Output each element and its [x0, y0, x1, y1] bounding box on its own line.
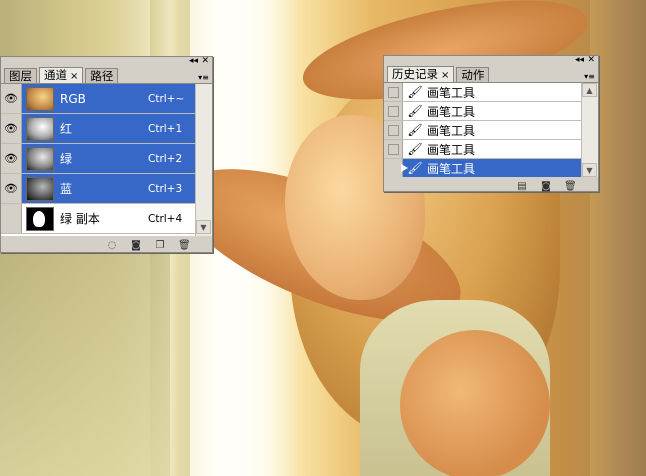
scroll-down-icon[interactable]: ▼ [582, 163, 597, 177]
channel-thumbnail [26, 86, 54, 111]
panel-titlebar[interactable]: ◂◂ ✕ [384, 56, 598, 65]
brush-icon: 🖌 [407, 104, 423, 118]
channel-name: 红 [60, 122, 73, 136]
channel-row-green[interactable]: 👁 绿 Ctrl+2 [1, 144, 198, 174]
save-selection-icon[interactable]: ◙ [130, 240, 142, 251]
history-state-label: 画笔工具 [427, 104, 476, 119]
new-document-from-state-icon[interactable]: ▤ [516, 181, 528, 192]
tab-paths[interactable]: 路径 [85, 68, 119, 83]
channel-thumbnail [26, 146, 54, 171]
channel-shortcut: Ctrl+~ [148, 92, 185, 105]
tab-history[interactable]: 历史记录 × [387, 66, 455, 82]
channel-name: 绿 副本 [60, 212, 100, 226]
channel-row-blue[interactable]: 👁 蓝 Ctrl+3 [1, 174, 198, 204]
history-state[interactable]: 🖌 画笔工具 [384, 121, 582, 140]
history-tabs: 历史记录 × 动作 ▾≡ [384, 65, 598, 83]
channel-shortcut: Ctrl+3 [148, 182, 183, 195]
channels-tabs: 图层 通道 × 路径 ▾≡ [1, 66, 212, 84]
channel-row-red[interactable]: 👁 红 Ctrl+1 [1, 114, 198, 144]
scroll-up-icon[interactable]: ▲ [582, 83, 597, 97]
channel-name: 蓝 [60, 182, 73, 196]
brush-icon: 🖌 [407, 142, 423, 156]
channel-thumbnail [26, 176, 54, 201]
channel-name: 绿 [60, 152, 73, 166]
close-tab-icon[interactable]: × [70, 71, 78, 82]
channel-thumbnail [26, 116, 54, 141]
scroll-down-icon[interactable]: ▼ [196, 220, 211, 234]
history-source-toggle[interactable] [384, 102, 403, 120]
history-state[interactable]: 🖌 画笔工具 [384, 102, 582, 121]
close-icon[interactable]: ✕ [201, 57, 209, 66]
trash-icon[interactable]: 🗑 [564, 181, 577, 192]
tab-channels[interactable]: 通道 × [39, 67, 84, 83]
tab-layers[interactable]: 图层 [4, 68, 37, 83]
panel-titlebar[interactable]: ◂◂ ✕ [1, 57, 212, 66]
panel-menu-icon[interactable]: ▾≡ [198, 73, 209, 82]
tab-actions[interactable]: 动作 [456, 67, 490, 82]
new-channel-icon[interactable]: ❐ [154, 240, 166, 251]
channel-shortcut: Ctrl+1 [148, 122, 183, 135]
channel-row-rgb[interactable]: 👁 RGB Ctrl+~ [1, 84, 198, 114]
channel-row-green-copy[interactable]: 绿 副本 Ctrl+4 [1, 204, 198, 234]
collapse-icon[interactable]: ◂◂ [575, 56, 584, 65]
snapshot-icon[interactable]: ◙ [540, 181, 552, 192]
close-icon[interactable]: ✕ [587, 56, 595, 65]
history-source-toggle[interactable] [384, 83, 403, 101]
history-footer: ▤ ◙ 🗑 [384, 177, 598, 195]
vertical-scrollbar[interactable]: ▼ [195, 84, 212, 236]
vertical-scrollbar[interactable]: ▲ ▼ [581, 83, 598, 177]
channel-shortcut: Ctrl+2 [148, 152, 183, 165]
history-list: 🖌 画笔工具 🖌 画笔工具 🖌 画笔工具 🖌 画笔工具 🖌 画笔工具 [384, 83, 582, 177]
channels-panel: ◂◂ ✕ 图层 通道 × 路径 ▾≡ 👁 RGB Ctrl+~ 👁 红 Ctrl+… [0, 56, 213, 253]
channel-thumbnail [26, 206, 54, 231]
trash-icon[interactable]: 🗑 [178, 240, 191, 251]
history-source-toggle[interactable] [384, 140, 403, 158]
history-source-toggle[interactable] [384, 121, 403, 139]
eye-icon[interactable]: 👁 [1, 174, 22, 203]
history-panel: ◂◂ ✕ 历史记录 × 动作 ▾≡ 🖌 画笔工具 🖌 画笔工具 🖌 画笔工具 🖌… [383, 55, 599, 192]
history-state-label: 画笔工具 [427, 123, 476, 138]
state-slider-icon[interactable] [401, 164, 408, 172]
brush-icon: 🖌 [407, 123, 423, 137]
channel-list: 👁 RGB Ctrl+~ 👁 红 Ctrl+1 👁 绿 Ctrl+2 👁 蓝 C… [1, 84, 198, 236]
history-state-label: 画笔工具 [427, 85, 476, 100]
history-state-label: 画笔工具 [427, 142, 476, 157]
eye-icon[interactable]: 👁 [1, 114, 22, 143]
shoulder [400, 330, 550, 476]
panel-menu-icon[interactable]: ▾≡ [584, 72, 595, 81]
collapse-icon[interactable]: ◂◂ [189, 57, 198, 66]
load-selection-icon[interactable]: ◌ [106, 240, 118, 251]
history-state[interactable]: 🖌 画笔工具 [384, 83, 582, 102]
channels-footer: ◌ ◙ ❐ 🗑 [1, 236, 212, 254]
history-state[interactable]: 🖌 画笔工具 [384, 140, 582, 159]
history-state-label: 画笔工具 [427, 161, 476, 176]
eye-icon[interactable]: 👁 [1, 144, 22, 173]
eye-icon[interactable]: 👁 [1, 84, 22, 113]
close-tab-icon[interactable]: × [441, 70, 449, 81]
channel-shortcut: Ctrl+4 [148, 212, 183, 225]
mirror-reflection [0, 250, 170, 476]
history-state-current[interactable]: 🖌 画笔工具 [384, 159, 582, 177]
channel-name: RGB [60, 91, 86, 106]
brush-icon: 🖌 [407, 85, 423, 99]
visibility-toggle[interactable] [1, 204, 22, 233]
